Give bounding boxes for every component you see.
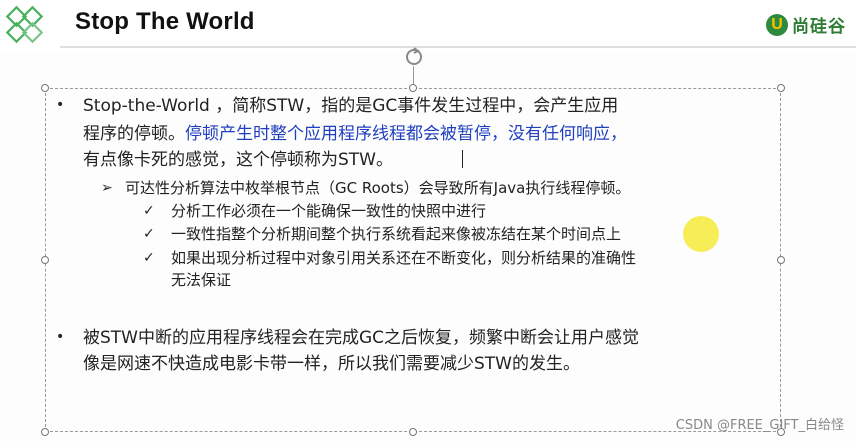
arrow-bullet-icon: ➢	[101, 180, 113, 196]
slide-title: Stop The World	[75, 8, 255, 35]
bullet-1-line-1: Stop-the-World ，简称STW，指的是GC事件发生过程中，会产生应用	[83, 96, 619, 116]
bullet-2-line-1: 被STW中断的应用程序线程会在完成GC之后恢复，频繁中断会让用户感觉	[83, 328, 640, 348]
brand-mark-icon: U	[766, 13, 788, 36]
bullet-1-line-2-blue: 停顿产生时整个应用程序线程都会被暂停，没有任何响应，	[185, 124, 627, 144]
bullet-1-line-2-black: 程序的停顿。	[83, 124, 185, 144]
text-cursor	[462, 150, 463, 168]
resize-handle-right[interactable]	[777, 256, 785, 264]
check-item-2: 一致性指整个分析期间整个执行系统看起来像被冻结在某个时间点上	[171, 225, 622, 243]
resize-handle-top-right[interactable]	[777, 84, 785, 92]
sub-point-text: 可达性分析算法中枚举根节点（GC Roots）会导致所有Java执行线程停顿。	[125, 179, 631, 197]
bullet-1-line-2: 程序的停顿。停顿产生时整个应用程序线程都会被暂停，没有任何响应，	[83, 122, 627, 146]
check-item-1: 分析工作必须在一个能确保一致性的快照中进行	[171, 202, 487, 220]
check-item-3-line-1: 如果出现分析过程中对象引用关系还在不断变化，则分析结果的准确性	[171, 249, 637, 267]
brand-logo: U 尚硅谷	[766, 12, 846, 37]
check-icon: ✓	[143, 226, 155, 242]
check-icon: ✓	[143, 250, 155, 266]
title-divider	[60, 46, 856, 48]
diamond-logo-icon	[5, 5, 44, 44]
bullet-1-line-3: 有点像卡死的感觉，这个停顿称为STW。	[83, 150, 393, 170]
resize-handle-top-left[interactable]	[41, 84, 49, 92]
bullet-marker: •	[56, 97, 65, 113]
slide-header: Stop The World U 尚硅谷	[0, 0, 856, 50]
resize-handle-left[interactable]	[41, 256, 49, 264]
check-icon: ✓	[143, 203, 155, 219]
resize-handle-bottom[interactable]	[409, 428, 417, 436]
resize-handle-bottom-left[interactable]	[41, 428, 49, 436]
pointer-highlight	[683, 216, 719, 252]
check-item-3-line-2: 无法保证	[171, 271, 232, 289]
rotate-handle-icon[interactable]	[403, 46, 425, 68]
bullet-marker: •	[56, 329, 65, 345]
watermark: CSDN @FREE_GIFT_白给怪	[675, 418, 844, 433]
brand-name: 尚硅谷	[792, 17, 846, 37]
bullet-2-line-2: 像是网速不快造成电影卡带一样，所以我们需要减少STW的发生。	[83, 354, 580, 374]
resize-handle-top[interactable]	[409, 84, 417, 92]
